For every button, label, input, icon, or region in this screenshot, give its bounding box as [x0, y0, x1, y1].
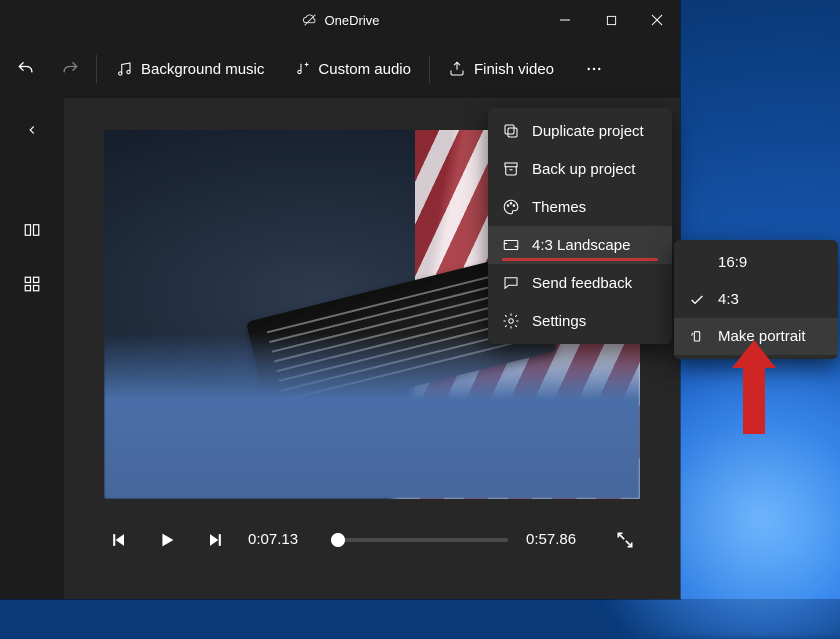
- redo-button[interactable]: [52, 51, 88, 87]
- total-time: 0:57.86: [526, 531, 592, 548]
- close-button[interactable]: [634, 0, 680, 40]
- minimize-button[interactable]: [542, 0, 588, 40]
- menu-settings[interactable]: Settings: [488, 302, 672, 340]
- menu-send-feedback[interactable]: Send feedback: [488, 264, 672, 302]
- feedback-icon: [502, 274, 520, 292]
- play-button[interactable]: [152, 525, 182, 555]
- preview-watermark: aigal Blues elhi Belly: [114, 409, 212, 453]
- music-icon: [115, 60, 133, 78]
- menu-label: 4:3 Landscape: [532, 237, 630, 254]
- seek-bar[interactable]: [332, 538, 508, 542]
- menu-duplicate-project[interactable]: Duplicate project: [488, 112, 672, 150]
- watermark-line1: aigal Blues: [114, 409, 212, 431]
- nav-grid-button[interactable]: [14, 266, 50, 302]
- window-controls: [542, 0, 680, 40]
- finish-video-button[interactable]: Finish video: [438, 52, 564, 86]
- undo-button[interactable]: [8, 51, 44, 87]
- export-icon: [448, 60, 466, 78]
- finish-video-label: Finish video: [474, 61, 554, 78]
- more-button[interactable]: [576, 52, 612, 86]
- background-music-label: Background music: [141, 61, 264, 78]
- prev-frame-button[interactable]: [104, 525, 134, 555]
- cloud-off-icon: [301, 11, 319, 29]
- audio-plus-icon: [292, 60, 310, 78]
- aspect-icon: [502, 236, 520, 254]
- titlebar: OneDrive: [0, 0, 680, 40]
- archive-icon: [502, 160, 520, 178]
- toolbar-divider: [429, 55, 430, 83]
- annotation-arrow: [743, 364, 765, 434]
- submenu-label: 16:9: [718, 254, 747, 271]
- next-frame-button[interactable]: [200, 525, 230, 555]
- menu-label: Themes: [532, 199, 586, 216]
- menu-label: Back up project: [532, 161, 635, 178]
- palette-icon: [502, 198, 520, 216]
- check-icon: [688, 292, 706, 308]
- nav-library-button[interactable]: [14, 212, 50, 248]
- more-menu: Duplicate project Back up project Themes…: [488, 108, 672, 344]
- custom-audio-label: Custom audio: [318, 61, 411, 78]
- menu-backup-project[interactable]: Back up project: [488, 150, 672, 188]
- side-nav: [0, 98, 64, 599]
- toolbar-divider: [96, 55, 97, 83]
- toolbar: Background music Custom audio Finish vid…: [0, 40, 680, 98]
- custom-audio-button[interactable]: Custom audio: [282, 52, 421, 86]
- background-music-button[interactable]: Background music: [105, 52, 274, 86]
- window-title: OneDrive: [325, 13, 380, 28]
- player-controls: 0:07.13 0:57.86: [104, 525, 640, 555]
- gear-icon: [502, 312, 520, 330]
- current-time: 0:07.13: [248, 531, 314, 548]
- fullscreen-button[interactable]: [610, 525, 640, 555]
- menu-label: Settings: [532, 313, 586, 330]
- nav-collapse-button[interactable]: [14, 112, 50, 148]
- submenu-16-9[interactable]: 16:9: [674, 244, 838, 281]
- duplicate-icon: [502, 122, 520, 140]
- seek-knob[interactable]: [331, 533, 345, 547]
- submenu-label: 4:3: [718, 291, 739, 308]
- menu-themes[interactable]: Themes: [488, 188, 672, 226]
- watermark-line2: elhi Belly: [114, 431, 212, 453]
- maximize-button[interactable]: [588, 0, 634, 40]
- menu-aspect-ratio[interactable]: 4:3 Landscape: [488, 226, 672, 264]
- menu-label: Send feedback: [532, 275, 632, 292]
- submenu-4-3[interactable]: 4:3: [674, 281, 838, 318]
- rotate-icon: [688, 329, 706, 345]
- menu-label: Duplicate project: [532, 123, 644, 140]
